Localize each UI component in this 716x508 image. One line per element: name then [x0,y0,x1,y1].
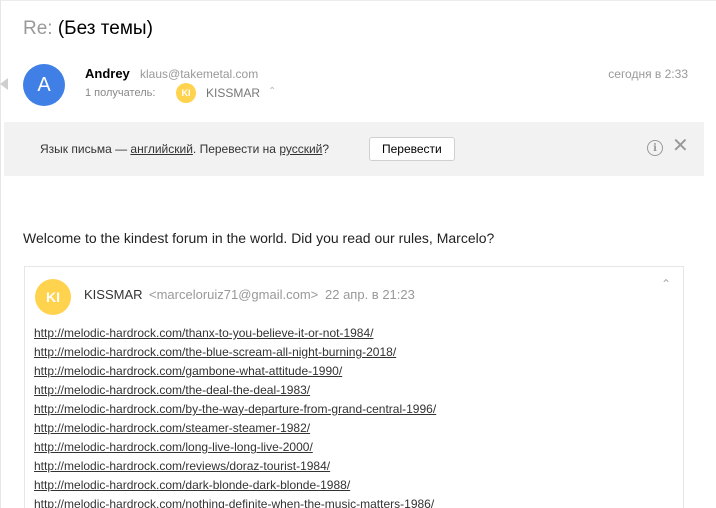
recipient-name[interactable]: KISSMAR [206,86,260,100]
link[interactable]: http://melodic-hardrock.com/reviews/dora… [34,459,330,473]
target-language-link[interactable]: русский [279,142,322,156]
left-divider [0,0,1,508]
quoted-sender-avatar[interactable]: KI [35,279,71,315]
sender-email[interactable]: klaus@takemetal.com [140,67,258,81]
link[interactable]: http://melodic-hardrock.com/the-deal-the… [34,383,310,397]
close-icon[interactable]: ✕ [672,136,689,156]
message-date: сегодня в 2:33 [608,67,688,81]
list-item: http://melodic-hardrock.com/reviews/dora… [34,457,436,476]
link[interactable]: http://melodic-hardrock.com/the-blue-scr… [34,345,396,359]
quoted-date: 22 апр. в 21:23 [325,287,415,302]
top-divider [0,0,716,1]
recipient-avatar[interactable]: KI [176,83,196,103]
link[interactable]: http://melodic-hardrock.com/steamer-stea… [34,421,310,435]
list-item: http://melodic-hardrock.com/gambone-what… [34,362,436,381]
translate-text-before: Язык письма — [40,142,131,156]
list-item: http://melodic-hardrock.com/nothing-defi… [34,495,436,508]
subject-prefix: Re: [23,18,53,39]
translate-button[interactable]: Перевести [369,137,455,161]
subject-text: (Без темы) [57,18,153,39]
link[interactable]: http://melodic-hardrock.com/long-live-lo… [34,440,313,454]
link[interactable]: http://melodic-hardrock.com/nothing-defi… [34,497,434,508]
subject: Re: (Без темы) [23,18,153,40]
chevron-up-icon[interactable]: ⌃ [661,277,671,291]
translate-prompt: Язык письма — английский. Перевести на р… [40,142,329,156]
quoted-links: http://melodic-hardrock.com/thanx-to-you… [34,324,436,508]
list-item: http://melodic-hardrock.com/long-live-lo… [34,438,436,457]
link[interactable]: http://melodic-hardrock.com/dark-blonde-… [34,478,350,492]
list-item: http://melodic-hardrock.com/the-blue-scr… [34,343,436,362]
link[interactable]: http://melodic-hardrock.com/thanx-to-you… [34,326,373,340]
link[interactable]: http://melodic-hardrock.com/gambone-what… [34,364,342,378]
quoted-message: KI KISSMAR <marceloruiz71@gmail.com> 22 … [24,266,684,508]
list-item: http://melodic-hardrock.com/steamer-stea… [34,419,436,438]
list-item: http://melodic-hardrock.com/by-the-way-d… [34,400,436,419]
sender-avatar[interactable]: A [23,64,65,106]
translate-text-middle: . Перевести на [192,142,280,156]
message-body: Welcome to the kindest forum in the worl… [23,230,495,246]
list-item: http://melodic-hardrock.com/dark-blonde-… [34,476,436,495]
email-view: Re: (Без темы) A Andrey klaus@takemetal.… [0,0,716,508]
quoted-sender-email[interactable]: <marceloruiz71@gmail.com> [149,287,318,302]
collapse-arrow-icon[interactable] [0,78,8,90]
info-icon[interactable]: i [647,140,663,156]
link[interactable]: http://melodic-hardrock.com/by-the-way-d… [34,402,436,416]
list-item: http://melodic-hardrock.com/thanx-to-you… [34,324,436,343]
list-item: http://melodic-hardrock.com/the-deal-the… [34,381,436,400]
translate-text-after: ? [322,142,330,156]
sender-name[interactable]: Andrey [85,66,130,81]
quoted-sender-name[interactable]: KISSMAR [84,287,143,302]
source-language-link[interactable]: английский [130,142,192,156]
translate-bar: Язык письма — английский. Перевести на р… [4,122,704,176]
recipients-label: 1 получатель: [85,87,156,99]
chevron-up-icon[interactable]: ⌃ [268,86,276,97]
